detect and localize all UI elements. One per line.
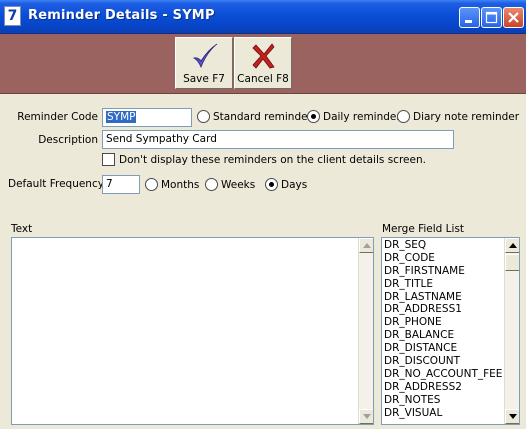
merge-field-item[interactable]: DR_VISUAL	[384, 407, 501, 420]
merge-field-items: DR_SEQ DR_CODE DR_FIRSTNAME DR_TITLE DR_LAST…	[384, 239, 502, 420]
radio-diary-note-reminder-label: Diary note reminder	[413, 111, 520, 123]
merge-field-item[interactable]: DR_NO_ACCOUNT_FEE	[384, 368, 502, 381]
merge-field-item[interactable]: DR_PHONE	[384, 316, 501, 329]
merge-field-item[interactable]: DR_BALANCE	[384, 329, 501, 342]
scroll-up-icon	[509, 243, 517, 248]
cancel-label: Cancel F8	[237, 73, 289, 85]
text-scrollbar[interactable]	[358, 238, 373, 424]
save-button[interactable]: Save F7	[175, 37, 233, 89]
radio-weeks-label: Weeks	[221, 179, 256, 191]
merge-scroll-thumb[interactable]	[505, 254, 519, 271]
merge-scroll-up-button[interactable]	[505, 238, 519, 253]
merge-field-item[interactable]: DR_DISTANCE	[384, 342, 501, 355]
radio-months[interactable]	[145, 178, 158, 191]
close-button[interactable]	[503, 7, 524, 28]
checkmark-icon	[192, 43, 218, 69]
scroll-down-icon	[509, 414, 517, 419]
radio-months-label: Months	[161, 179, 200, 191]
reminder-code-value: SYMP	[106, 111, 137, 123]
radio-daily-reminder-label: Daily reminder	[323, 111, 401, 123]
radio-diary-note-reminder[interactable]	[397, 110, 410, 123]
close-icon	[508, 12, 519, 23]
text-scroll-up-button[interactable]	[359, 238, 373, 253]
merge-field-item[interactable]: DR_ADDRESS2	[384, 381, 501, 394]
window-title: Reminder Details - SYMP	[28, 8, 215, 23]
cancel-button[interactable]: Cancel F8	[234, 37, 292, 89]
x-icon	[252, 43, 275, 69]
dont-display-label: Don't display these reminders on the cli…	[119, 154, 426, 166]
radio-daily-reminder[interactable]	[307, 110, 320, 123]
minimize-button[interactable]	[459, 7, 480, 28]
scroll-up-icon	[363, 243, 371, 248]
merge-field-item[interactable]: DR_SEQ	[384, 239, 501, 252]
merge-field-item[interactable]: DR_LASTNAME	[384, 291, 501, 304]
merge-field-item[interactable]: DR_NOTES	[384, 394, 501, 407]
description-label: Description	[38, 134, 98, 146]
radio-days[interactable]	[265, 178, 278, 191]
maximize-icon	[485, 11, 498, 24]
radio-weeks[interactable]	[205, 178, 218, 191]
merge-field-list-label: Merge Field List	[382, 223, 465, 235]
save-label: Save F7	[183, 73, 225, 85]
reminder-code-input[interactable]: SYMP	[102, 108, 192, 127]
scroll-down-icon	[363, 414, 371, 419]
merge-field-list[interactable]: DR_SEQ DR_CODE DR_FIRSTNAME DR_TITLE DR_LAST…	[381, 237, 520, 425]
merge-scroll-down-button[interactable]	[505, 409, 519, 424]
default-frequency-input[interactable]: 7	[102, 175, 140, 194]
minimize-icon	[465, 20, 472, 23]
radio-days-label: Days	[281, 179, 308, 191]
text-label: Text	[11, 223, 33, 235]
title-bar[interactable]: 7 Reminder Details - SYMP	[0, 0, 526, 34]
maximize-button[interactable]	[481, 7, 502, 28]
merge-field-item[interactable]: DR_FIRSTNAME	[384, 265, 501, 278]
description-input[interactable]: Send Sympathy Card	[102, 130, 454, 149]
merge-field-item[interactable]: DR_DISCOUNT	[384, 355, 501, 368]
app-icon: 7	[4, 6, 21, 26]
merge-field-item[interactable]: DR_TITLE	[384, 278, 501, 291]
dont-display-checkbox[interactable]	[102, 153, 115, 166]
text-scroll-down-button[interactable]	[359, 409, 373, 424]
merge-field-item[interactable]: DR_CODE	[384, 252, 501, 265]
text-area[interactable]	[11, 237, 374, 425]
radio-standard-reminder[interactable]	[197, 110, 210, 123]
merge-scrollbar[interactable]	[504, 238, 519, 424]
default-frequency-label: Default Frequency	[8, 178, 104, 190]
toolbar: Save F7 Cancel F8	[0, 34, 526, 94]
reminder-code-label: Reminder Code	[17, 111, 98, 123]
merge-field-item[interactable]: DR_ADDRESS1	[384, 303, 501, 316]
radio-standard-reminder-label: Standard reminder	[213, 111, 312, 123]
